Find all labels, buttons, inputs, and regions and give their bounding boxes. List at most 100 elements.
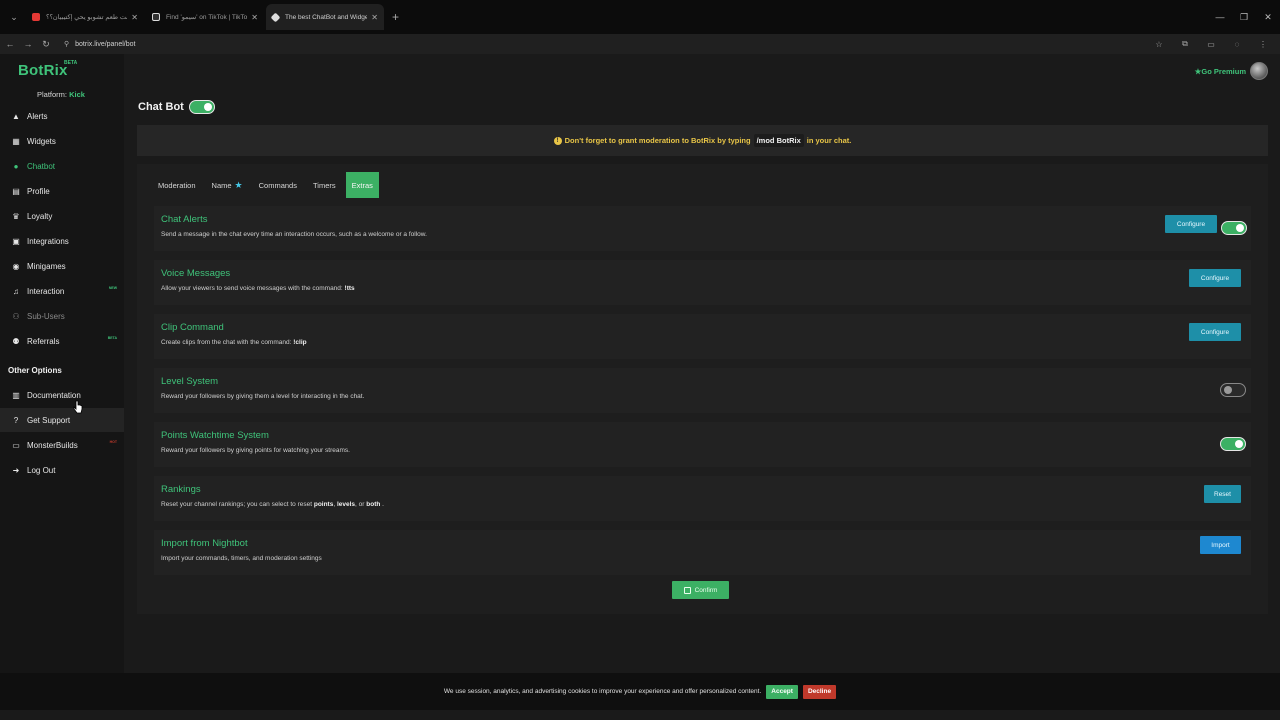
sidebar-item-log-out[interactable]: ➜ Log Out: [0, 458, 124, 482]
bookmark-star-icon[interactable]: ☆: [1146, 40, 1172, 49]
browser-tab-1[interactable]: أنت طعم تشوبو يحي إكتيبيان؟؟ /... ✕: [26, 4, 144, 30]
url-field[interactable]: ⚲ botrix.live/panel/bot: [64, 40, 136, 49]
feature-row-chat-alerts: Chat Alerts Send a message in the chat e…: [154, 206, 1251, 251]
tab-label: Extras: [351, 180, 373, 190]
botrix-logo[interactable]: BotRix: [18, 62, 68, 79]
points-watchtime-toggle[interactable]: [1220, 437, 1246, 451]
back-icon[interactable]: ←: [2, 39, 18, 49]
close-tab-icon[interactable]: ✕: [251, 13, 258, 22]
toggle-knob: [203, 103, 212, 111]
sidebar-item-widgets[interactable]: ▦ Widgets: [0, 129, 124, 153]
feature-command: !tts: [344, 285, 355, 292]
cast-icon[interactable]: ▭: [1198, 40, 1224, 49]
minimize-icon[interactable]: —: [1208, 12, 1232, 22]
close-window-icon[interactable]: ✕: [1256, 12, 1280, 23]
close-tab-icon[interactable]: ✕: [131, 13, 138, 22]
tab-extras[interactable]: Extras: [345, 172, 379, 198]
voice-messages-configure-button[interactable]: Configure: [1189, 269, 1241, 287]
feature-description: Import your commands, timers, and modera…: [161, 555, 322, 562]
laptop-icon: ▭: [12, 440, 20, 450]
feature-row-points-watchtime: Points Watchtime System Reward your foll…: [154, 422, 1251, 467]
chatbot-tabs: Moderation Name ★ Commands Timers Extras: [152, 172, 383, 198]
help-icon: ?: [13, 415, 19, 425]
rankings-levels: levels: [336, 501, 356, 508]
site-info-icon[interactable]: ⚲: [64, 40, 69, 48]
chat-alerts-configure-button[interactable]: Configure: [1165, 215, 1217, 233]
warning-icon: !: [553, 136, 562, 145]
save-icon: [683, 586, 691, 594]
sidebar-item-label: Integrations: [27, 236, 69, 246]
sidebar-item-label: Documentation: [27, 390, 81, 400]
confirm-label: Confirm: [694, 586, 718, 594]
widgets-icon: ▦: [12, 136, 20, 146]
browser-menu-icon[interactable]: ⋮: [1250, 40, 1276, 49]
sidebar-item-sub-users[interactable]: ⚇ Sub-Users: [0, 304, 124, 328]
url-text: botrix.live/panel/bot: [75, 40, 136, 48]
maximize-icon[interactable]: ❐: [1232, 12, 1256, 23]
users-icon: ⚇: [12, 311, 20, 321]
tab-moderation[interactable]: Moderation: [152, 172, 202, 198]
sidebar-item-referrals[interactable]: ⚉ Referrals BETA: [0, 329, 124, 353]
sidebar-item-label: Get Support: [27, 415, 71, 425]
sidebar-item-integrations[interactable]: ▣ Integrations: [0, 229, 124, 253]
sidebar-item-get-support[interactable]: ? Get Support: [0, 408, 124, 432]
forward-icon[interactable]: →: [20, 39, 36, 49]
tab-search-icon[interactable]: ⌄: [4, 7, 24, 27]
sidebar-item-monsterbuilds[interactable]: ▭ MonsterBuilds HOT: [0, 433, 124, 457]
tab-label: Commands: [258, 180, 297, 190]
feature-row-level-system: Level System Reward your followers by gi…: [154, 368, 1251, 413]
bell-icon: ▲: [12, 111, 20, 121]
sidebar-item-label: Profile: [27, 186, 50, 196]
browser-tab-2[interactable]: Find 'سيمو' on TikTok | TikTok S... ✕: [146, 4, 264, 30]
sidebar-item-chatbot[interactable]: ● Chatbot: [0, 154, 124, 178]
tab-timers[interactable]: Timers: [307, 172, 342, 198]
platform-indicator: Platform: Kick: [37, 90, 85, 99]
go-premium-link[interactable]: ★Go Premium: [1195, 67, 1246, 76]
star-icon: ★: [234, 179, 243, 190]
tab-commands[interactable]: Commands: [253, 172, 303, 198]
bot-enabled-toggle[interactable]: [188, 100, 215, 114]
sidebar-item-loyalty[interactable]: ♛ Loyalty: [0, 204, 124, 228]
feature-title: Rankings: [161, 484, 201, 495]
extensions-icon[interactable]: ⧉: [1172, 39, 1198, 49]
tab-name[interactable]: Name ★: [206, 172, 249, 198]
sidebar-item-label: Log Out: [27, 465, 56, 475]
notice-text-before: Don't forget to grant moderation to BotR…: [564, 136, 751, 145]
feature-row-rankings: Rankings Reset your channel rankings; yo…: [154, 476, 1251, 521]
feature-description: Reward your followers by giving points f…: [161, 447, 350, 454]
sidebar-item-minigames[interactable]: ◉ Minigames: [0, 254, 124, 278]
new-tab-icon[interactable]: +: [392, 10, 399, 24]
rankings-points: points: [313, 501, 334, 508]
logout-icon: ➜: [12, 465, 20, 475]
sidebar-item-documentation[interactable]: ▥ Documentation: [0, 383, 124, 407]
clip-command-configure-button[interactable]: Configure: [1189, 323, 1241, 341]
avatar[interactable]: [1250, 62, 1268, 80]
browser-tab-bar: ⌄ أنت طعم تشوبو يحي إكتيبيان؟؟ /... ✕ Fi…: [0, 0, 1280, 34]
sidebar-item-alerts[interactable]: ▲ Alerts: [0, 104, 124, 128]
feature-description-text: Allow your viewers to send voice message…: [161, 285, 343, 292]
sidebar-item-profile[interactable]: ▤ Profile: [0, 179, 124, 203]
sidebar-item-interaction[interactable]: ♫ Interaction NEW: [0, 279, 124, 303]
browser-tab-3[interactable]: The best ChatBot and Widgets f... ✕: [266, 4, 384, 30]
reload-icon[interactable]: ↻: [38, 39, 54, 50]
confirm-button[interactable]: Confirm: [672, 581, 729, 599]
cookie-decline-button[interactable]: Decline: [802, 684, 837, 699]
cookie-accept-button[interactable]: Accept: [766, 684, 798, 699]
feature-description: Send a message in the chat every time an…: [161, 231, 427, 238]
sidebar-item-label: Loyalty: [27, 211, 53, 221]
rankings-reset-button[interactable]: Reset: [1204, 485, 1241, 503]
profile-icon[interactable]: ◌: [1224, 40, 1250, 49]
feature-title: Level System: [161, 376, 219, 387]
close-tab-icon[interactable]: ✕: [371, 13, 378, 22]
logo-beta-badge: BETA: [64, 60, 78, 66]
level-system-toggle[interactable]: [1220, 383, 1246, 397]
page-title: Chat Bot: [138, 100, 215, 114]
import-nightbot-button[interactable]: Import: [1200, 536, 1241, 554]
chat-alerts-toggle[interactable]: [1221, 221, 1247, 235]
rankings-separator: ,: [333, 501, 336, 508]
tab-label: Moderation: [158, 180, 196, 190]
sidebar-item-label: Interaction: [27, 286, 65, 296]
sidebar-item-label: Chatbot: [27, 161, 56, 171]
address-bar: ← → ↻ ⚲ botrix.live/panel/bot ☆ ⧉ ▭ ◌ ⋮: [0, 34, 1280, 54]
user-header: ★Go Premium: [1195, 62, 1268, 80]
